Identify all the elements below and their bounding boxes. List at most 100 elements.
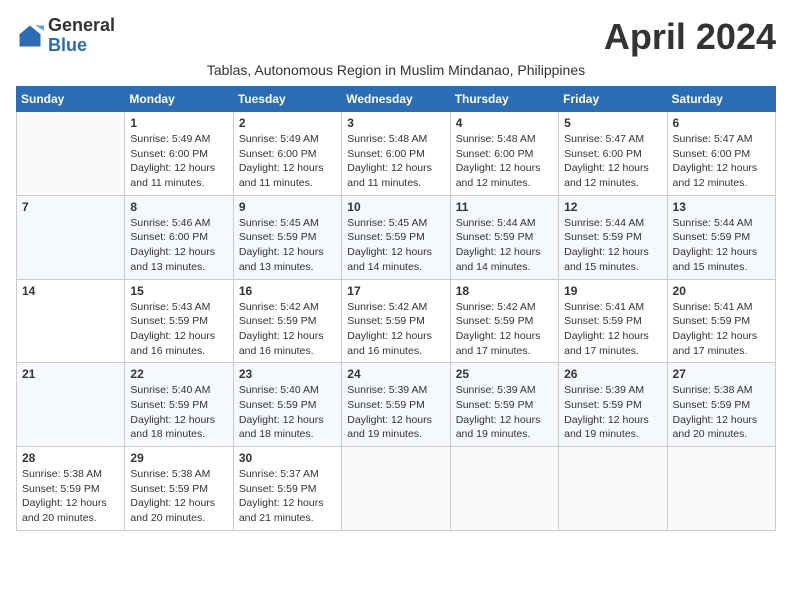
day-number: 29 [130,451,227,465]
month-title: April 2024 [604,16,776,58]
calendar-cell [450,447,558,531]
day-info: Sunrise: 5:48 AMSunset: 6:00 PMDaylight:… [347,132,444,191]
calendar-cell: 6Sunrise: 5:47 AMSunset: 6:00 PMDaylight… [667,112,775,196]
calendar-cell [667,447,775,531]
day-info: Sunrise: 5:47 AMSunset: 6:00 PMDaylight:… [673,132,770,191]
calendar-week-row: 7 8Sunrise: 5:46 AMSunset: 6:00 PMDayligh… [17,195,776,279]
day-info: Sunrise: 5:39 AMSunset: 5:59 PMDaylight:… [564,383,661,442]
day-number: 4 [456,116,553,130]
day-info: Sunrise: 5:39 AMSunset: 5:59 PMDaylight:… [456,383,553,442]
calendar-week-row: 21 22 Sunrise: 5:40 AMSunset: 5:59 PMDayli… [17,363,776,447]
day-info: Sunrise: 5:37 AMSunset: 5:59 PMDaylight:… [239,467,336,526]
calendar-cell: 26 Sunrise: 5:39 AMSunset: 5:59 PMDayligh… [559,363,667,447]
day-number: 9 [239,200,336,214]
calendar-col-header: Saturday [667,87,775,112]
calendar-table: SundayMondayTuesdayWednesdayThursdayFrid… [16,86,776,531]
calendar-week-row: 1 Sunrise: 5:49 AMSunset: 6:00 PMDaylight… [17,112,776,196]
calendar-cell: 19 Sunrise: 5:41 AMSunset: 5:59 PMDayligh… [559,279,667,363]
day-number: 7 [22,200,119,214]
day-number: 24 [347,367,444,381]
day-number: 5 [564,116,661,130]
day-number: 14 [22,284,119,298]
day-info: Sunrise: 5:40 AMSunset: 5:59 PMDaylight:… [239,383,336,442]
calendar-cell: 10 Sunrise: 5:45 AMSunset: 5:59 PMDayligh… [342,195,450,279]
calendar-cell [17,112,125,196]
day-number: 18 [456,284,553,298]
logo-icon [16,22,44,50]
day-info: Sunrise: 5:40 AMSunset: 5:59 PMDaylight:… [130,383,227,442]
calendar-cell: 1 Sunrise: 5:49 AMSunset: 6:00 PMDaylight… [125,112,233,196]
calendar-cell: 15 Sunrise: 5:43 AMSunset: 5:59 PMDayligh… [125,279,233,363]
day-number: 8 [130,200,227,214]
calendar-col-header: Tuesday [233,87,341,112]
day-info: Sunrise: 5:44 AMSunset: 5:59 PMDaylight:… [564,216,661,275]
day-info: Sunrise: 5:42 AMSunset: 5:59 PMDaylight:… [456,300,553,359]
day-number: 27 [673,367,770,381]
day-info: Sunrise: 5:42 AMSunset: 5:59 PMDaylight:… [239,300,336,359]
calendar-cell: 4 Sunrise: 5:48 AMSunset: 6:00 PMDaylight… [450,112,558,196]
calendar-col-header: Wednesday [342,87,450,112]
day-number: 1 [130,116,227,130]
day-number: 28 [22,451,119,465]
day-number: 10 [347,200,444,214]
day-info: Sunrise: 5:48 AMSunset: 6:00 PMDaylight:… [456,132,553,191]
calendar-col-header: Friday [559,87,667,112]
day-info: Sunrise: 5:42 AMSunset: 5:59 PMDaylight:… [347,300,444,359]
calendar-cell [342,447,450,531]
day-number: 13 [673,200,770,214]
day-info: Sunrise: 5:44 AMSunset: 5:59 PMDaylight:… [456,216,553,275]
logo: General Blue [16,16,115,56]
calendar-cell: 23Sunrise: 5:40 AMSunset: 5:59 PMDayligh… [233,363,341,447]
calendar-cell: 13 Sunrise: 5:44 AMSunset: 5:59 PMDayligh… [667,195,775,279]
calendar-cell: 3 Sunrise: 5:48 AMSunset: 6:00 PMDaylight… [342,112,450,196]
calendar-week-row: 28 Sunrise: 5:38 AMSunset: 5:59 PMDayligh… [17,447,776,531]
calendar-cell: 18 Sunrise: 5:42 AMSunset: 5:59 PMDayligh… [450,279,558,363]
day-number: 15 [130,284,227,298]
calendar-subtitle: Tablas, Autonomous Region in Muslim Mind… [16,62,776,78]
calendar-cell: 12 Sunrise: 5:44 AMSunset: 5:59 PMDayligh… [559,195,667,279]
day-info: Sunrise: 5:41 AMSunset: 5:59 PMDaylight:… [564,300,661,359]
calendar-col-header: Monday [125,87,233,112]
calendar-cell: 24 Sunrise: 5:39 AMSunset: 5:59 PMDayligh… [342,363,450,447]
calendar-cell: 27Sunrise: 5:38 AMSunset: 5:59 PMDayligh… [667,363,775,447]
calendar-cell: 5 Sunrise: 5:47 AMSunset: 6:00 PMDaylight… [559,112,667,196]
day-number: 25 [456,367,553,381]
day-info: Sunrise: 5:41 AMSunset: 5:59 PMDaylight:… [673,300,770,359]
day-number: 19 [564,284,661,298]
calendar-cell [559,447,667,531]
calendar-cell: 25 Sunrise: 5:39 AMSunset: 5:59 PMDayligh… [450,363,558,447]
logo-text-line1: General [48,16,115,36]
calendar-cell: 17 Sunrise: 5:42 AMSunset: 5:59 PMDayligh… [342,279,450,363]
calendar-cell: 30 Sunrise: 5:37 AMSunset: 5:59 PMDayligh… [233,447,341,531]
day-number: 20 [673,284,770,298]
day-number: 30 [239,451,336,465]
day-info: Sunrise: 5:39 AMSunset: 5:59 PMDaylight:… [347,383,444,442]
day-number: 17 [347,284,444,298]
day-info: Sunrise: 5:45 AMSunset: 5:59 PMDaylight:… [239,216,336,275]
logo-text-line2: Blue [48,36,115,56]
calendar-cell: 21 [17,363,125,447]
day-number: 12 [564,200,661,214]
day-info: Sunrise: 5:44 AMSunset: 5:59 PMDaylight:… [673,216,770,275]
day-number: 3 [347,116,444,130]
day-info: Sunrise: 5:49 AMSunset: 6:00 PMDaylight:… [239,132,336,191]
day-number: 21 [22,367,119,381]
day-info: Sunrise: 5:47 AMSunset: 6:00 PMDaylight:… [564,132,661,191]
calendar-cell: 22 Sunrise: 5:40 AMSunset: 5:59 PMDayligh… [125,363,233,447]
calendar-cell: 2 Sunrise: 5:49 AMSunset: 6:00 PMDaylight… [233,112,341,196]
day-number: 2 [239,116,336,130]
calendar-week-row: 14 15 Sunrise: 5:43 AMSunset: 5:59 PMDayli… [17,279,776,363]
day-info: Sunrise: 5:43 AMSunset: 5:59 PMDaylight:… [130,300,227,359]
day-info: Sunrise: 5:45 AMSunset: 5:59 PMDaylight:… [347,216,444,275]
day-info: Sunrise: 5:49 AMSunset: 6:00 PMDaylight:… [130,132,227,191]
day-number: 26 [564,367,661,381]
calendar-cell: 7 [17,195,125,279]
calendar-cell: 8Sunrise: 5:46 AMSunset: 6:00 PMDaylight… [125,195,233,279]
calendar-header-row: SundayMondayTuesdayWednesdayThursdayFrid… [17,87,776,112]
calendar-col-header: Thursday [450,87,558,112]
page-header: General Blue April 2024 [16,16,776,58]
day-info: Sunrise: 5:38 AMSunset: 5:59 PMDaylight:… [130,467,227,526]
day-number: 22 [130,367,227,381]
calendar-cell: 20 Sunrise: 5:41 AMSunset: 5:59 PMDayligh… [667,279,775,363]
calendar-cell: 9 Sunrise: 5:45 AMSunset: 5:59 PMDaylight… [233,195,341,279]
